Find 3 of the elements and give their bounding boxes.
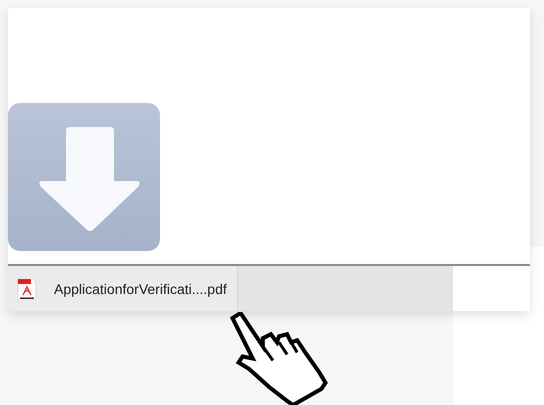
download-item[interactable]: ApplicationforVerificati....pdf (8, 266, 238, 311)
pdf-file-icon (16, 278, 38, 300)
file-name: ApplicationforVerificati....pdf (54, 280, 227, 296)
